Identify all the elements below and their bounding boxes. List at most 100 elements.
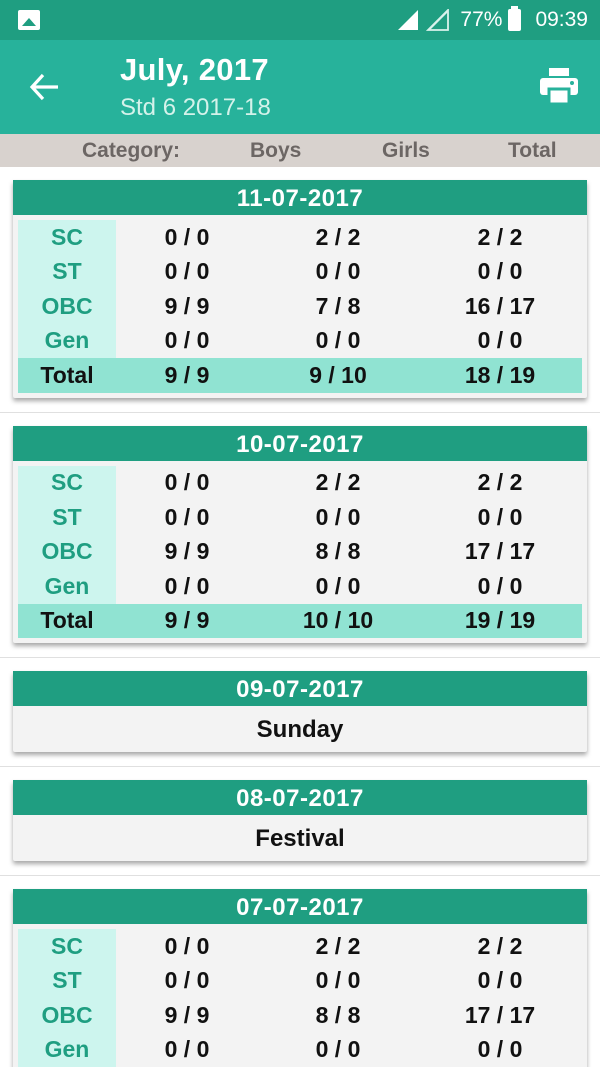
girls-cell: 2 / 2 (315, 223, 361, 250)
boys-cell: 9 / 9 (164, 538, 210, 565)
girls-cell: 0 / 0 (315, 967, 361, 994)
boys-cell: 0 / 0 (164, 327, 210, 354)
signal-icon (398, 10, 419, 30)
day-entry[interactable]: 09-07-2017 Sunday (0, 671, 600, 767)
attendance-table: SC 0 / 0 2 / 2 2 / 2 ST 0 / 0 0 / 0 0 / 0 OBC 9 /… (13, 215, 587, 398)
day-date: 09-07-2017 (13, 671, 587, 706)
boys-cell: 0 / 0 (164, 572, 210, 599)
total-cell: 17 / 17 (464, 538, 536, 565)
total-cell: 0 / 0 (477, 327, 523, 354)
column-header-bar: Category: Boys Girls Total (0, 134, 600, 167)
girls-cell: 9 / 10 (309, 361, 367, 388)
girls-cell: 8 / 8 (315, 1001, 361, 1028)
boys-cell: 0 / 0 (164, 1036, 210, 1063)
boys-cell: 0 / 0 (164, 469, 210, 496)
boys-cell: 0 / 0 (164, 932, 210, 959)
column-category: Category: (81, 138, 180, 162)
girls-cell: 0 / 0 (315, 503, 361, 530)
total-cell: 2 / 2 (477, 223, 523, 250)
table-row: OBC 9 / 9 7 / 8 16 / 17 (18, 289, 582, 324)
table-row: SC 0 / 0 2 / 2 2 / 2 (18, 465, 582, 500)
category-cell: SC (18, 220, 116, 255)
attendance-table: SC 0 / 0 2 / 2 2 / 2 ST 0 / 0 0 / 0 0 / 0 OBC 9 /… (13, 461, 587, 644)
total-cell: 19 / 19 (464, 607, 536, 634)
day-card[interactable]: 11-07-2017 SC 0 / 0 2 / 2 2 / 2 ST 0 / 0 0 / 0 0… (13, 180, 587, 398)
day-entry[interactable]: 07-07-2017 SC 0 / 0 2 / 2 2 / 2 ST 0 / 0 0 / 0 0… (0, 889, 600, 1067)
boys-cell: 9 / 9 (164, 607, 210, 634)
category-cell: Gen (18, 1032, 116, 1067)
girls-cell: 0 / 0 (315, 258, 361, 285)
category-cell: SC (18, 465, 116, 500)
total-cell: 0 / 0 (477, 258, 523, 285)
table-row: OBC 9 / 9 8 / 8 17 / 17 (18, 534, 582, 569)
category-cell: Gen (18, 569, 116, 604)
battery-icon (508, 6, 522, 31)
table-row: ST 0 / 0 0 / 0 0 / 0 (18, 500, 582, 535)
table-row: Gen 0 / 0 0 / 0 0 / 0 (18, 1032, 582, 1067)
table-row: OBC 9 / 9 8 / 8 17 / 17 (18, 998, 582, 1033)
girls-cell: 0 / 0 (315, 327, 361, 354)
gallery-notification-icon (18, 10, 40, 30)
total-cell: 2 / 2 (477, 469, 523, 496)
holiday-note: Festival (255, 825, 345, 852)
boys-cell: 9 / 9 (164, 1001, 210, 1028)
page-subtitle: Std 6 2017-18 (120, 94, 271, 121)
column-boys: Boys (250, 138, 302, 162)
category-cell: ST (18, 500, 116, 535)
category-cell: ST (18, 963, 116, 998)
day-entry[interactable]: 11-07-2017 SC 0 / 0 2 / 2 2 / 2 ST 0 / 0 0 / 0 0… (0, 180, 600, 413)
category-cell: ST (18, 254, 116, 289)
page-title: July, 2017 (120, 52, 269, 87)
table-row: Gen 0 / 0 0 / 0 0 / 0 (18, 569, 582, 604)
print-icon[interactable] (540, 68, 578, 104)
girls-cell: 8 / 8 (315, 538, 361, 565)
category-cell: OBC (18, 289, 116, 324)
total-cell: 0 / 0 (477, 967, 523, 994)
day-card[interactable]: 09-07-2017 Sunday (13, 671, 587, 752)
back-arrow-icon[interactable] (28, 70, 62, 104)
table-row: ST 0 / 0 0 / 0 0 / 0 (18, 963, 582, 998)
day-card[interactable]: 10-07-2017 SC 0 / 0 2 / 2 2 / 2 ST 0 / 0 0 / 0 0… (13, 425, 587, 644)
holiday-note: Sunday (256, 716, 344, 743)
app-bar: July, 2017 Std 6 2017-18 (0, 40, 600, 134)
total-cell: 16 / 17 (464, 292, 536, 319)
total-cell: 18 / 19 (464, 361, 536, 388)
category-cell: Gen (18, 323, 116, 358)
category-cell: OBC (18, 534, 116, 569)
day-entry[interactable]: 10-07-2017 SC 0 / 0 2 / 2 2 / 2 ST 0 / 0 0 / 0 0… (0, 425, 600, 658)
day-entry[interactable]: 08-07-2017 Festival (0, 780, 600, 876)
attendance-list[interactable]: 11-07-2017 SC 0 / 02 / 22 / 2 ST 0 / 00 / 00… (0, 167, 600, 1067)
total-cell: 0 / 0 (477, 572, 523, 599)
table-row: SC 0 / 0 2 / 2 2 / 2 (18, 220, 582, 255)
girls-cell: 7 / 8 (315, 292, 361, 319)
category-cell: Total (40, 361, 94, 388)
girls-cell: 0 / 0 (315, 1036, 361, 1063)
signal-empty-icon (426, 9, 450, 31)
boys-cell: 0 / 0 (164, 503, 210, 530)
total-cell: 2 / 2 (477, 932, 523, 959)
table-row: ST 0 / 0 0 / 0 0 / 0 (18, 254, 582, 289)
girls-cell: 0 / 0 (315, 572, 361, 599)
boys-cell: 9 / 9 (164, 292, 210, 319)
total-cell: 0 / 0 (477, 503, 523, 530)
status-bar: 77% 09:39 (0, 0, 600, 40)
total-row: Total 9 / 9 10 / 10 19 / 19 (18, 603, 582, 638)
day-card[interactable]: 07-07-2017 SC 0 / 0 2 / 2 2 / 2 ST 0 / 0 0 / 0 0… (13, 889, 587, 1067)
category-cell: OBC (18, 998, 116, 1033)
girls-cell: 2 / 2 (315, 469, 361, 496)
boys-cell: 0 / 0 (164, 223, 210, 250)
battery-percent: 77% (460, 8, 503, 31)
column-girls: Girls (382, 138, 430, 162)
day-card[interactable]: 08-07-2017 Festival (13, 780, 587, 861)
day-date: 11-07-2017 (13, 180, 587, 215)
category-cell: Total (40, 607, 94, 634)
clock: 09:39 (535, 8, 588, 31)
attendance-table: SC 0 / 0 2 / 2 2 / 2 ST 0 / 0 0 / 0 0 / 0 OBC 9 /… (13, 924, 587, 1067)
category-cell: SC (18, 929, 116, 964)
table-row: Gen 0 / 0 0 / 0 0 / 0 (18, 323, 582, 358)
total-row: Total 9 / 9 9 / 10 18 / 19 (18, 358, 582, 393)
table-row: SC 0 / 0 2 / 2 2 / 2 (18, 929, 582, 964)
total-cell: 17 / 17 (464, 1001, 536, 1028)
girls-cell: 2 / 2 (315, 932, 361, 959)
day-date: 07-07-2017 (13, 889, 587, 924)
